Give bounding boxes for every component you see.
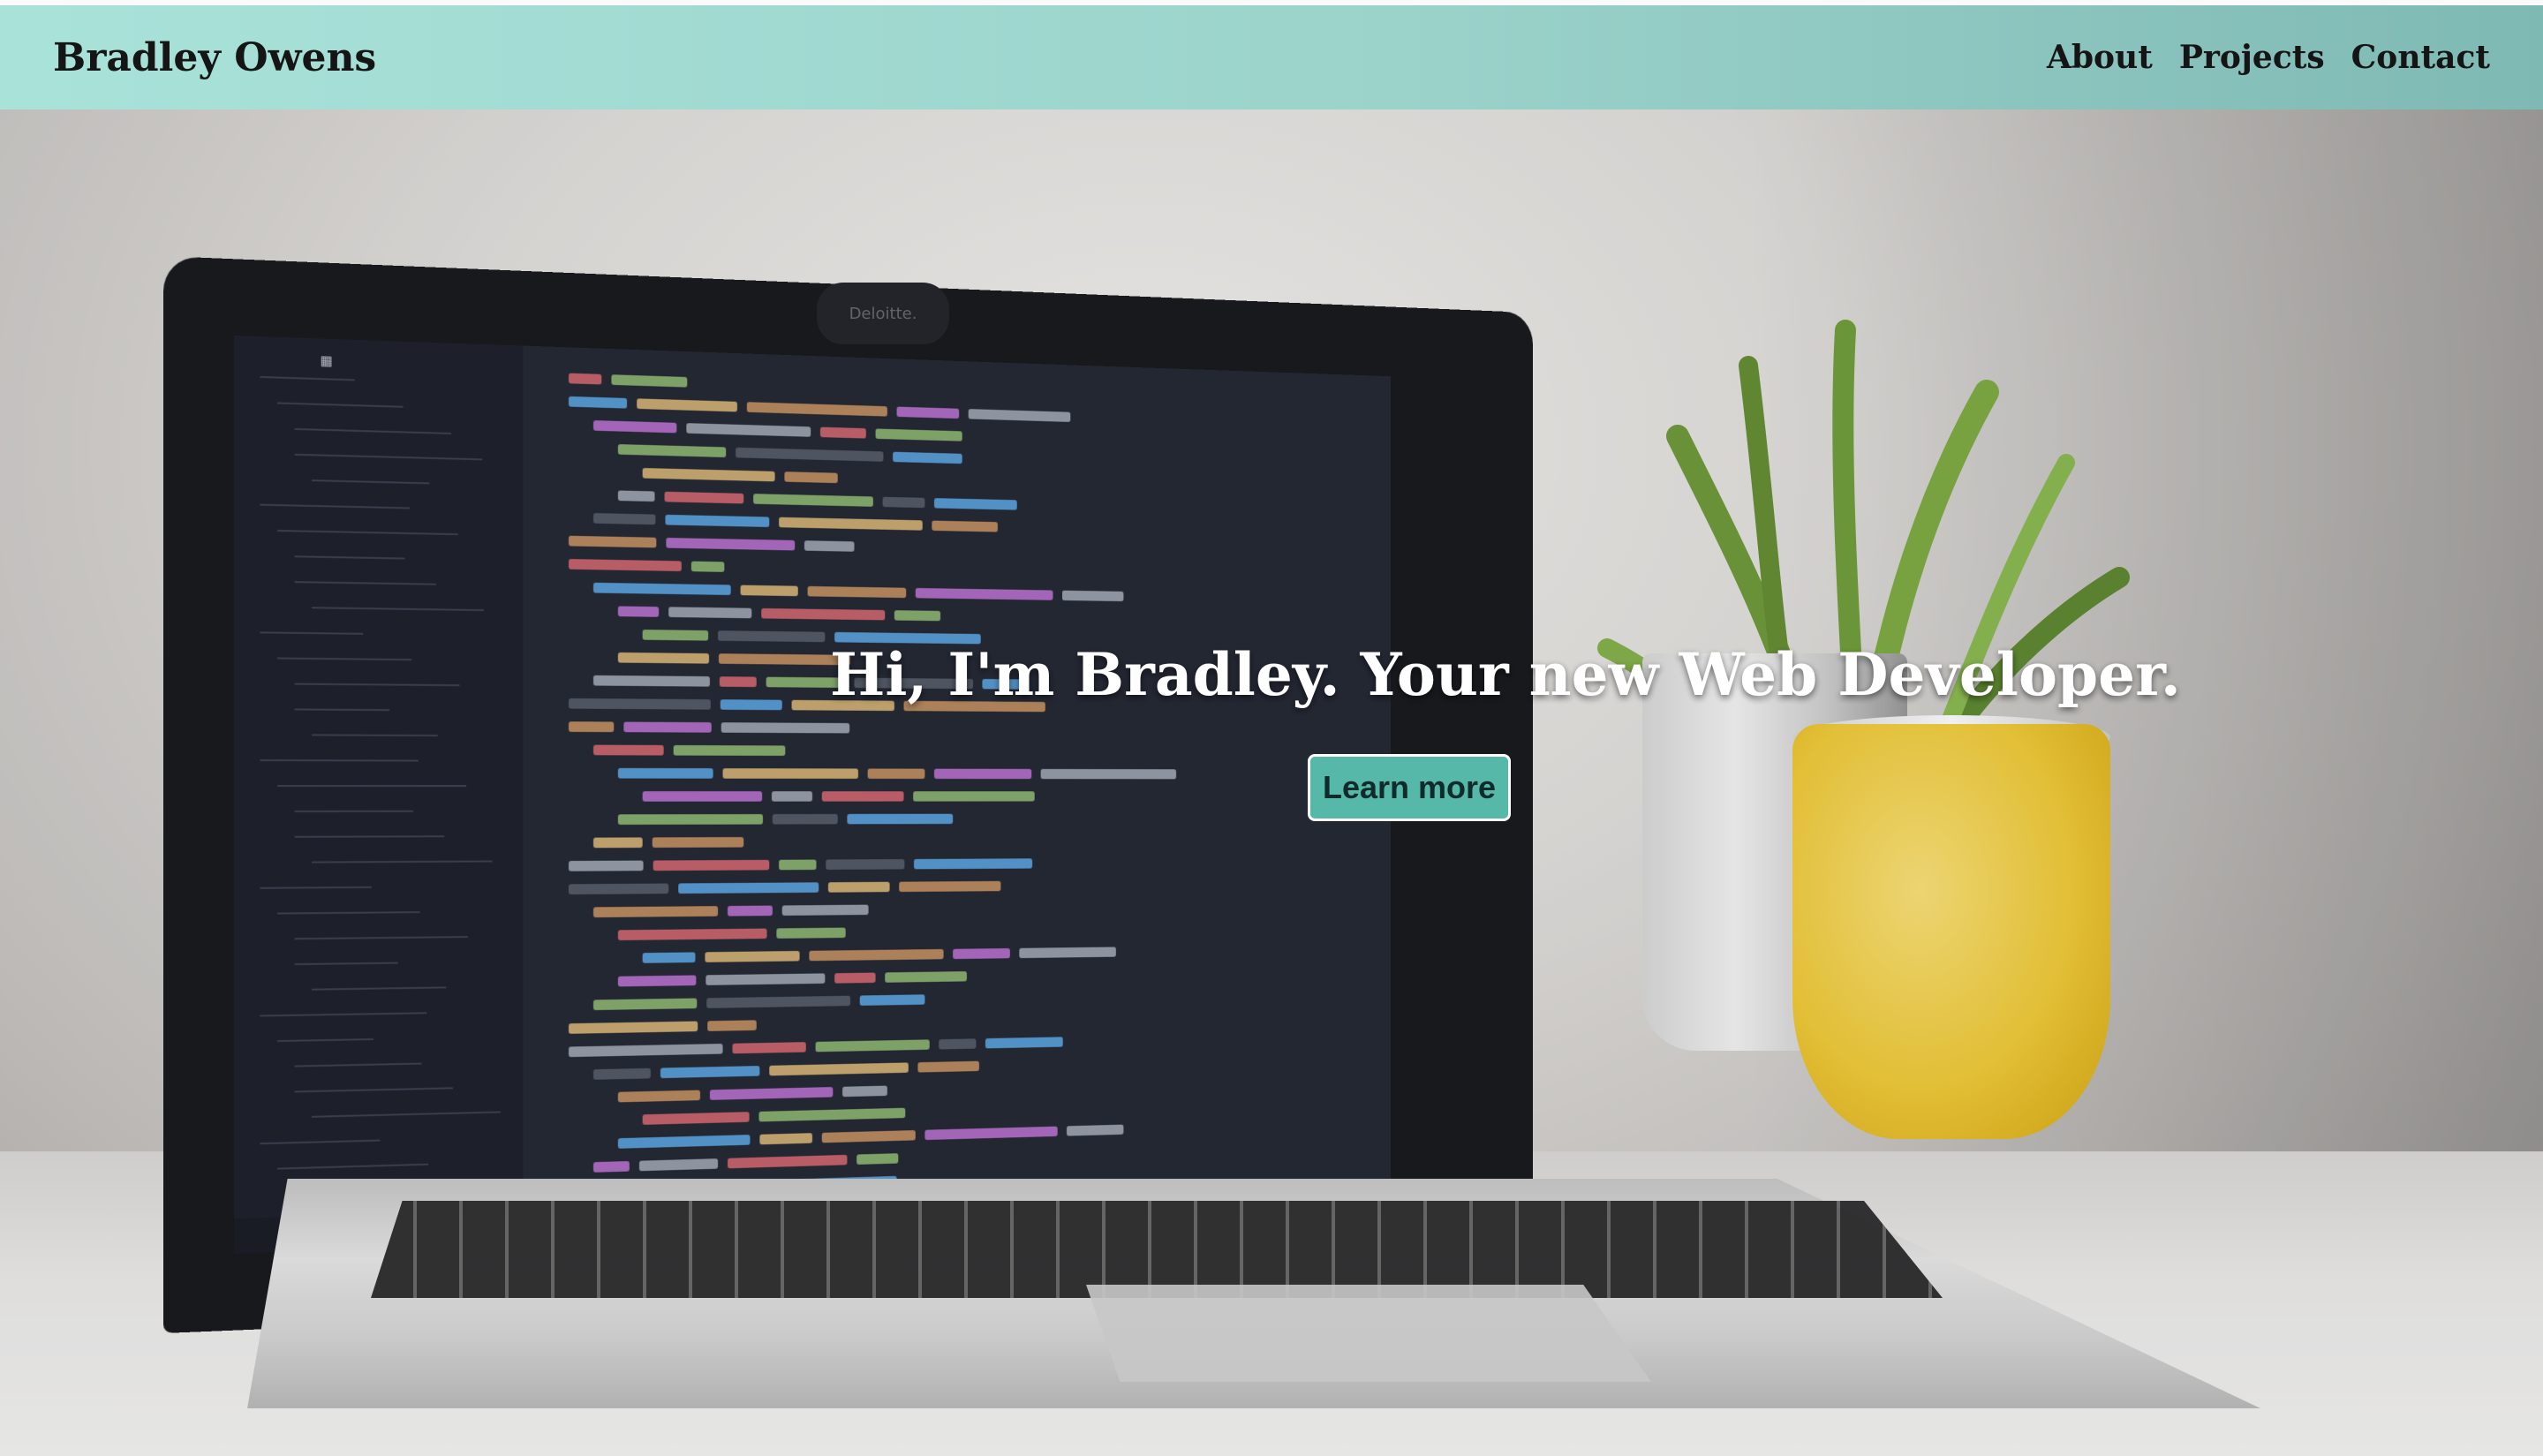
hero-headline: Hi, I'm Bradley. Your new Web Developer. <box>830 640 2181 709</box>
nav-link-about[interactable]: About <box>2047 39 2153 76</box>
learn-more-button[interactable]: Learn more <box>1308 754 1511 821</box>
nav-links: About Projects Contact <box>2047 39 2490 76</box>
hero-tint-overlay <box>0 109 2543 1456</box>
nav-link-projects[interactable]: Projects <box>2179 39 2325 76</box>
brand-name[interactable]: Bradley Owens <box>53 35 376 80</box>
navbar: Bradley Owens About Projects Contact <box>0 0 2543 109</box>
nav-link-contact[interactable]: Contact <box>2351 39 2490 76</box>
hero-section: Deloitte. ▦ <box>0 109 2543 1456</box>
